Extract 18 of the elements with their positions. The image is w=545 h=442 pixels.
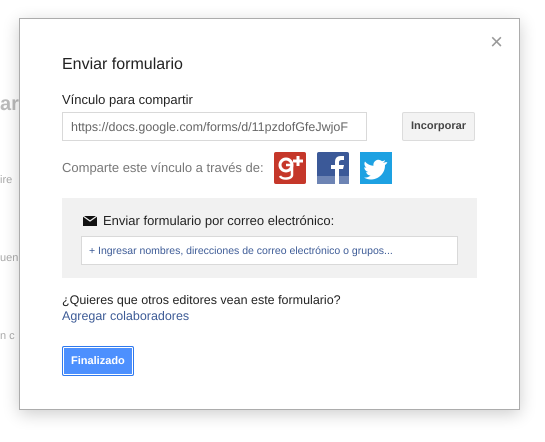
facebook-icon[interactable] — [316, 152, 349, 184]
page-text-fragment: uen — [0, 251, 18, 266]
twitter-icon[interactable] — [360, 152, 392, 184]
envelope-icon — [83, 216, 97, 226]
page-heading-fragment: ar — [0, 92, 19, 116]
link-field[interactable]: https://docs.google.com/forms/d/11pzdofGfeJwjoF — [62, 112, 367, 141]
gplus-icon[interactable] — [274, 152, 306, 184]
share-label: Comparte este vínculo a través de: — [62, 159, 264, 178]
dialog-title: Enviar formulario — [62, 55, 184, 75]
done-button[interactable]: Finalizado — [62, 346, 134, 376]
collaborators-prompt: ¿Quieres que otros editores vean este formulario? Agregar colaboradores — [62, 292, 342, 324]
email-recipients-field[interactable]: + Ingresar nombres, direcciones de correo electrónico o grupos... — [81, 236, 458, 265]
add-collaborators-link[interactable]: Agregar colaboradores — [62, 309, 190, 323]
page-text-fragment: n c — [0, 329, 15, 344]
page-text-fragment: ire — [0, 173, 12, 188]
email-label: Enviar formulario por correo electrónico: — [103, 213, 334, 229]
link-label: Vínculo para compartir — [62, 92, 194, 108]
embed-button[interactable]: Incorporar — [402, 112, 476, 141]
